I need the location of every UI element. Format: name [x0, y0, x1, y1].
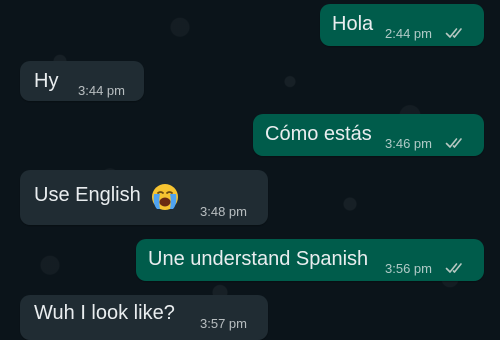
- double-check-icon: [445, 263, 462, 273]
- message-text: Une understand Spanish: [148, 248, 369, 270]
- message-time: 3:56 pm: [385, 261, 432, 276]
- incoming-message[interactable]: Wuh I look like? 3:57 pm: [20, 295, 268, 340]
- message-time: 3:46 pm: [385, 136, 432, 151]
- double-check-icon: [445, 28, 462, 38]
- message-time: 2:44 pm: [385, 26, 432, 41]
- message-text: Hy: [34, 70, 59, 92]
- message-text: Cómo estás: [265, 123, 372, 145]
- incoming-message[interactable]: Hy 3:44 pm: [20, 61, 144, 101]
- outgoing-message[interactable]: Une understand Spanish 3:56 pm: [136, 239, 484, 281]
- message-text: Wuh I look like?: [34, 302, 175, 324]
- double-check-icon: [445, 138, 462, 148]
- message-time: 3:48 pm: [200, 204, 247, 219]
- outgoing-message[interactable]: Cómo estás 3:46 pm: [253, 114, 484, 156]
- message-text: Hola: [332, 13, 374, 35]
- outgoing-message[interactable]: Hola 2:44 pm: [320, 4, 484, 46]
- message-time: 3:57 pm: [200, 316, 247, 331]
- message-text: Use English: [34, 184, 141, 206]
- incoming-message[interactable]: Use English 3:48 pm: [20, 170, 268, 225]
- message-time: 3:44 pm: [78, 83, 125, 98]
- loudly-crying-face-icon: [152, 184, 178, 210]
